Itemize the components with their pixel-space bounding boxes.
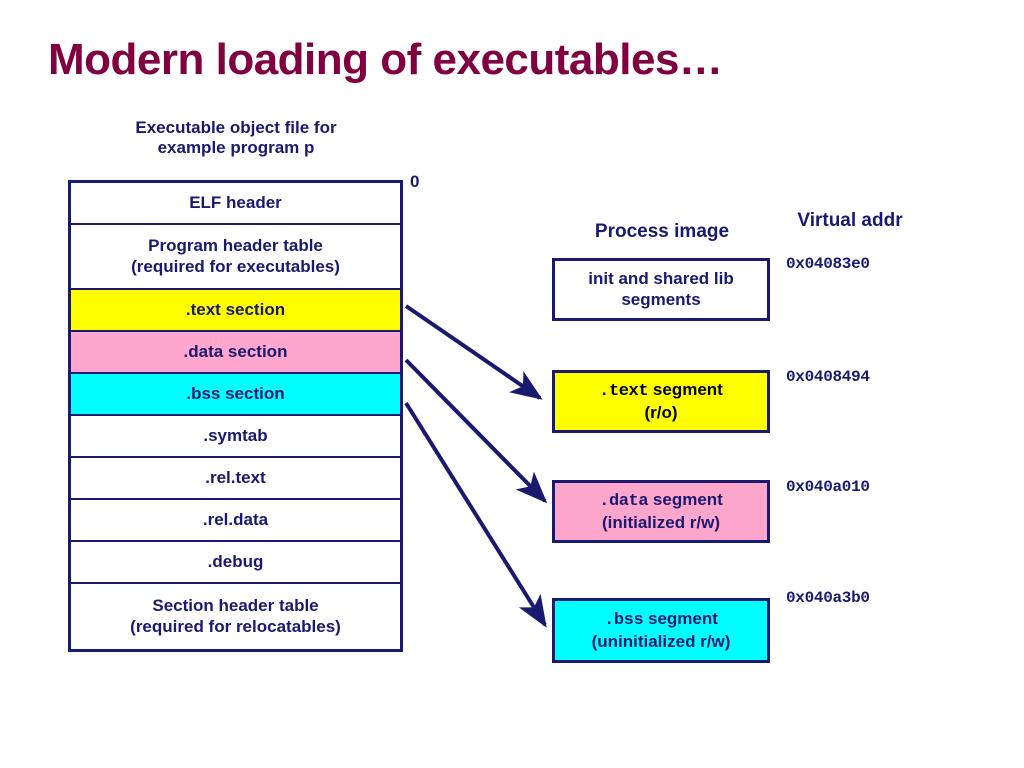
table-row-section-header-table: Section header table (required for reloc… <box>71 584 400 649</box>
segment-name: segment <box>652 380 723 400</box>
segment-name: segment <box>652 490 723 510</box>
row-label: .text section <box>185 299 286 319</box>
row-label-line1: Program header table <box>148 236 323 256</box>
segment-box-data: .data segment (initialized r/w) <box>552 480 770 543</box>
table-row-data-section: .data section <box>71 332 400 374</box>
row-label: Program header table (required for execu… <box>75 236 396 276</box>
segment-box-bss: .bss segment (uninitialized r/w) <box>552 598 770 663</box>
table-row-symtab: .symtab <box>71 416 400 458</box>
process-image-heading: Process image <box>594 221 730 242</box>
segment-label: .text segment (r/o) <box>555 380 767 423</box>
slide-canvas: Modern loading of executables… Executabl… <box>0 0 1024 768</box>
segment-mono-name: .data <box>599 492 649 512</box>
row-label: .data section <box>183 341 288 361</box>
table-row-rel-data: .rel.data <box>71 500 400 542</box>
page-title: Modern loading of executables… <box>48 35 723 84</box>
object-file-caption-line1: Executable object file for <box>135 118 337 137</box>
table-row-debug: .debug <box>71 542 400 584</box>
segment-name: init and shared lib <box>588 269 734 289</box>
segment-detail: (r/o) <box>644 402 678 422</box>
table-row-program-header-table: Program header table (required for execu… <box>71 225 400 290</box>
row-label-line1: Section header table <box>152 596 319 616</box>
segment-mono-name: .text <box>599 382 649 402</box>
object-file-caption: Executable object file for example progr… <box>68 118 404 157</box>
row-label: Section header table (required for reloc… <box>75 596 396 636</box>
arrow-data-section-to-data-segment <box>404 358 548 504</box>
arrow-text-section-to-text-segment <box>404 304 543 400</box>
table-row-bss-section: .bss section <box>71 374 400 416</box>
row-label: ELF header <box>189 192 282 212</box>
virtual-addr-data-segment: 0x040a010 <box>786 478 870 496</box>
segment-box-init-shared-lib: init and shared lib segments <box>552 258 770 321</box>
virtual-addr-text-segment: 0x0408494 <box>786 368 870 386</box>
executable-object-file-table: ELF header Program header table (require… <box>68 180 403 652</box>
virtual-addr-heading: Virtual addr <box>797 210 903 231</box>
row-label-line2: (required for relocatables) <box>130 616 341 636</box>
virtual-addr-init-shared-lib: 0x04083e0 <box>786 255 870 273</box>
row-label-line2: (required for executables) <box>131 256 340 276</box>
segment-label: .bss segment (uninitialized r/w) <box>555 609 767 652</box>
row-label: .bss section <box>186 383 285 403</box>
segment-detail: (initialized r/w) <box>601 512 721 532</box>
row-label: .symtab <box>203 425 268 445</box>
row-label: .rel.text <box>205 467 266 487</box>
table-row-text-section: .text section <box>71 290 400 332</box>
arrow-bss-section-to-bss-segment <box>404 401 547 628</box>
segment-detail: (uninitialized r/w) <box>591 631 731 651</box>
segment-box-text: .text segment (r/o) <box>552 370 770 433</box>
row-label: .rel.data <box>202 509 269 529</box>
segment-label: init and shared lib segments <box>555 269 767 310</box>
segment-name: segment <box>648 609 718 629</box>
offset-zero-label: 0 <box>410 172 420 191</box>
virtual-addr-bss-segment: 0x040a3b0 <box>786 589 870 607</box>
table-row-rel-text: .rel.text <box>71 458 400 500</box>
table-row-elf-header: ELF header <box>71 183 400 225</box>
segment-label: .data segment (initialized r/w) <box>555 490 767 533</box>
object-file-caption-line2: example program p <box>157 137 315 157</box>
segment-detail: segments <box>621 289 701 309</box>
row-label: .debug <box>207 551 264 571</box>
segment-mono-name: .bss <box>604 611 644 631</box>
